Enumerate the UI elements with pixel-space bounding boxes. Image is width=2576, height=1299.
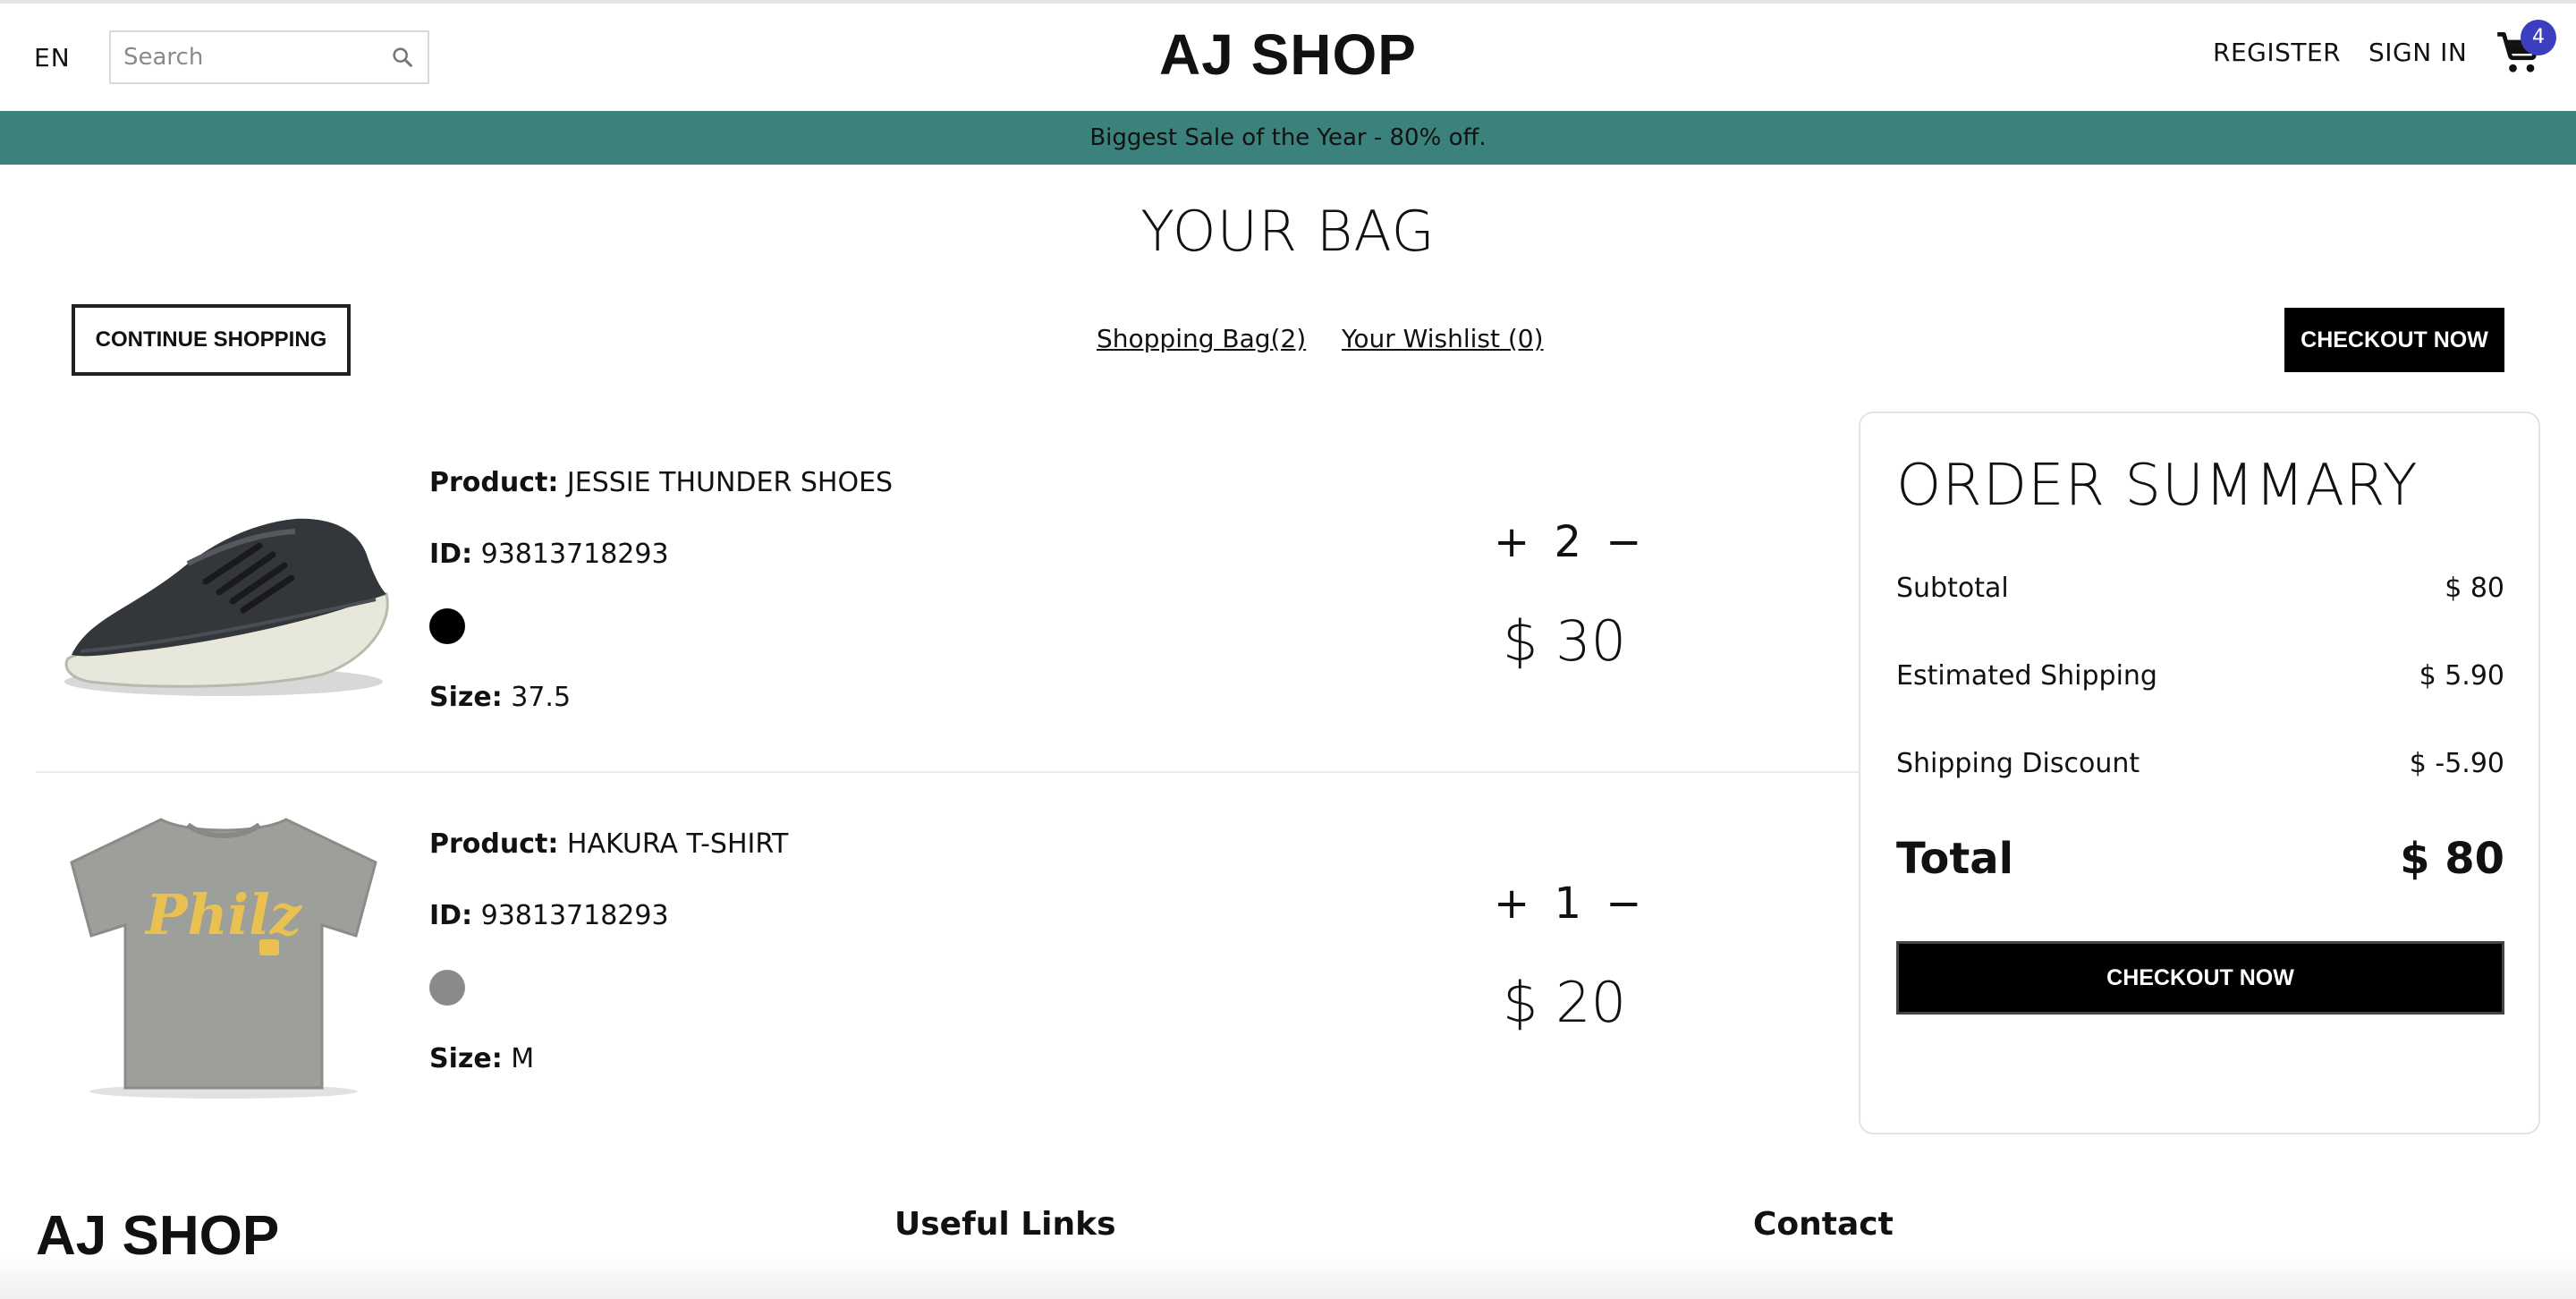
product-name: HAKURA T-SHIRT xyxy=(566,828,789,860)
register-link[interactable]: REGISTER xyxy=(2213,38,2341,67)
product-size: M xyxy=(511,1043,535,1074)
decrease-quantity-button[interactable]: − xyxy=(1606,879,1647,929)
product-name-line: Product: JESSIE THUNDER SHOES xyxy=(429,465,893,537)
product-size-label: Size: xyxy=(429,1043,503,1074)
total-label: Total xyxy=(1896,834,2014,884)
product-price: $ 30 xyxy=(1503,608,1627,674)
product-id-label: ID: xyxy=(429,539,473,570)
product-color-swatch xyxy=(429,608,465,644)
product-size-line: Size: M xyxy=(429,1041,788,1113)
search-icon[interactable] xyxy=(390,45,415,70)
product-name-line: Product: HAKURA T-SHIRT xyxy=(429,827,788,898)
product-size-label: Size: xyxy=(429,682,503,713)
cart-count-badge: 4 xyxy=(2521,20,2556,55)
checkout-now-button[interactable]: CHECKOUT NOW xyxy=(1896,941,2504,1015)
product-label: Product: xyxy=(429,828,559,860)
product-image-shoe xyxy=(64,518,389,696)
shipping-label: Estimated Shipping xyxy=(1896,660,2157,692)
product-image-t-shirt: Philz xyxy=(70,818,377,1099)
language-selector[interactable]: EN xyxy=(34,43,71,72)
announcement-bar: Biggest Sale of the Year - 80% off. xyxy=(0,111,2576,165)
product-id-line: ID: 93813718293 xyxy=(429,537,893,608)
navbar: EN AJ SHOP REGISTER SIGN IN 4 xyxy=(0,4,2576,111)
cart-item: Philz Product: HAKURA T-SHIRT ID: 938137… xyxy=(36,771,1860,1131)
page-title: YOUR BAG xyxy=(1140,199,1436,264)
product-id-label: ID: xyxy=(429,900,473,931)
discount-value: $ -5.90 xyxy=(2409,748,2504,779)
quantity-value: 1 xyxy=(1554,879,1588,929)
t-shirt-print-text: Philz xyxy=(144,882,303,947)
quantity-value: 2 xyxy=(1554,517,1588,567)
discount-label: Shipping Discount xyxy=(1896,748,2140,779)
quantity-stepper: + 1 − xyxy=(1494,879,1648,929)
order-summary-title: ORDER SUMMARY xyxy=(1896,453,2419,519)
product-id: 93813718293 xyxy=(480,539,669,570)
shopping-bag-link[interactable]: Shopping Bag(2) xyxy=(1097,324,1306,353)
footer-shadow xyxy=(0,1252,2576,1299)
footer-contact-heading: Contact xyxy=(1753,1206,1894,1243)
product-size-line: Size: 37.5 xyxy=(429,680,893,751)
decrease-quantity-button[interactable]: − xyxy=(1606,517,1647,567)
footer-useful-links-heading: Useful Links xyxy=(894,1206,1116,1243)
product-size: 37.5 xyxy=(511,682,572,713)
sign-in-link[interactable]: SIGN IN xyxy=(2368,38,2467,67)
product-color-swatch xyxy=(429,970,465,1006)
order-summary: ORDER SUMMARY Subtotal $ 80 Estimated Sh… xyxy=(1859,412,2540,1134)
quantity-stepper: + 2 − xyxy=(1494,517,1648,567)
search-box[interactable] xyxy=(109,30,429,84)
checkout-now-button-top[interactable]: CHECKOUT NOW xyxy=(2284,308,2504,372)
product-price: $ 20 xyxy=(1503,970,1627,1035)
product-label: Product: xyxy=(429,467,559,498)
increase-quantity-button[interactable]: + xyxy=(1494,517,1535,567)
product-details: Product: HAKURA T-SHIRT ID: 93813718293 … xyxy=(429,827,788,1113)
cart-item: Product: JESSIE THUNDER SHOES ID: 938137… xyxy=(36,412,1860,771)
search-input[interactable] xyxy=(123,32,383,82)
continue-shopping-button[interactable]: CONTINUE SHOPPING xyxy=(72,304,351,376)
product-name: JESSIE THUNDER SHOES xyxy=(566,467,894,498)
footer-brand: AJ SHOP xyxy=(36,1205,280,1267)
subtotal-label: Subtotal xyxy=(1896,573,2009,604)
product-details: Product: JESSIE THUNDER SHOES ID: 938137… xyxy=(429,465,893,751)
increase-quantity-button[interactable]: + xyxy=(1494,879,1535,929)
subtotal-value: $ 80 xyxy=(2445,573,2504,604)
wishlist-link[interactable]: Your Wishlist (0) xyxy=(1342,324,1544,353)
shipping-value: $ 5.90 xyxy=(2419,660,2504,692)
total-value: $ 80 xyxy=(2400,834,2504,884)
product-id: 93813718293 xyxy=(480,900,669,931)
product-id-line: ID: 93813718293 xyxy=(429,898,788,970)
